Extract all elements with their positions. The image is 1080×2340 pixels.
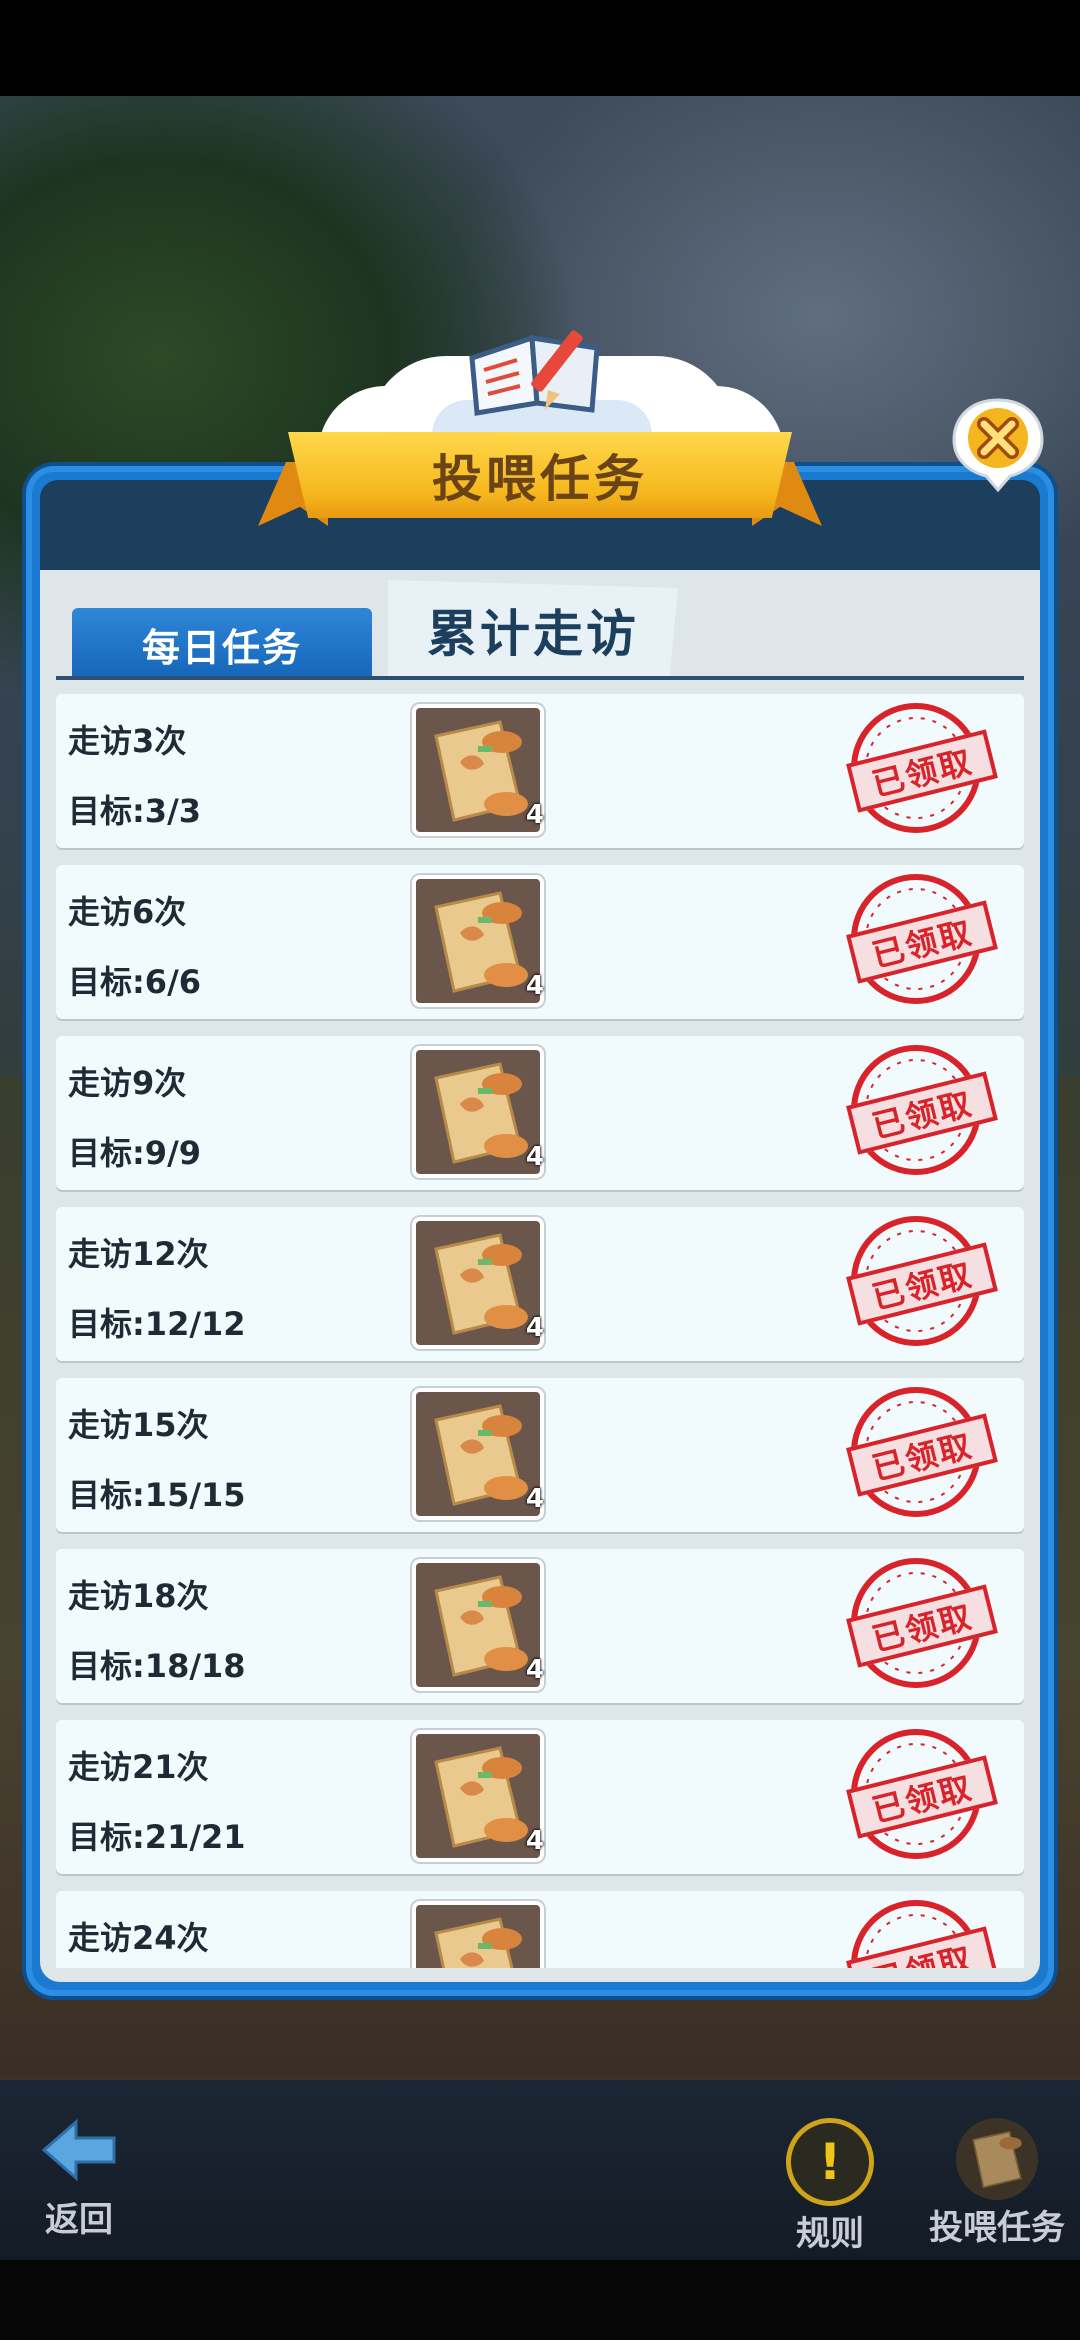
fish-cake-bag-icon [434,1917,522,1968]
task-goal: 目标:6/6 [68,963,202,1001]
close-button[interactable] [948,394,1048,494]
claimed-stamp: 已领取 [832,1384,998,1524]
task-list[interactable]: 走访3次 目标:3/3 4 已领取 走访6次 目标:6/6 4 已领取 走访9次… [56,690,1024,1968]
claimed-stamp: 已领取 [832,1555,998,1695]
claimed-stamp: 已领取 [832,1042,998,1182]
claimed-stamp: 已领取 [832,871,998,1011]
back-label: 返回 [45,2200,113,2240]
task-title: 走访21次 [68,1748,209,1786]
feed-task-button[interactable]: 投喂任务 [922,2118,1072,2249]
claimed-stamp: 已领取 [832,1213,998,1353]
task-row: 走访15次 目标:15/15 4 已领取 [56,1378,1024,1532]
fish-cake-bag-icon [956,2118,1038,2200]
dialog-title-banner: 投喂任务 [258,432,822,532]
status-bar [0,0,1080,96]
dialog-title: 投喂任务 [432,450,648,508]
fish-cake-bag-icon [434,1575,528,1677]
fish-cake-bag-icon [434,1062,528,1164]
reward-item[interactable]: 4 [412,1388,544,1520]
task-goal: 目标:15/15 [68,1476,246,1514]
task-title: 走访12次 [68,1235,209,1273]
reward-count: 4 [525,1484,544,1514]
feed-task-label: 投喂任务 [929,2208,1065,2248]
reward-item[interactable]: 4 [412,1730,544,1862]
task-title: 走访6次 [68,893,187,931]
reward-item[interactable]: 4 [412,704,544,836]
task-row: 走访24次 4 已领取 [56,1891,1024,1968]
back-arrow-icon [38,2110,120,2192]
task-title: 走访9次 [68,1064,187,1102]
reward-item[interactable]: 4 [412,1901,544,1968]
tab-cumulative-visits[interactable]: 累计走访 [388,580,678,680]
task-goal: 目标:9/9 [68,1134,202,1172]
task-title: 走访24次 [68,1919,209,1957]
tab-divider [56,676,1024,680]
reward-count: 4 [525,1313,544,1343]
system-nav-area [0,2260,1080,2340]
task-title: 走访18次 [68,1577,209,1615]
task-title: 走访15次 [68,1406,209,1444]
task-row: 走访6次 目标:6/6 4 已领取 [56,865,1024,1019]
reward-count: 4 [525,1142,544,1172]
task-title: 走访3次 [68,722,187,760]
rules-label: 规则 [796,2214,864,2254]
task-goal: 目标:18/18 [68,1647,246,1685]
reward-count: 4 [525,1826,544,1856]
fish-cake-bag-icon [434,1746,528,1848]
bottom-toolbar [0,2080,1080,2260]
close-x-icon [952,398,1044,493]
reward-item[interactable]: 4 [412,1559,544,1691]
task-tabs: 每日任务 累计走访 [56,580,1024,680]
book-pencil-icon [462,318,612,418]
task-row: 走访21次 目标:21/21 4 已领取 [56,1720,1024,1874]
reward-item[interactable]: 4 [412,1217,544,1349]
tab-daily-tasks[interactable]: 每日任务 [72,608,372,680]
task-row: 走访18次 目标:18/18 4 已领取 [56,1549,1024,1703]
reward-item[interactable]: 4 [412,875,544,1007]
task-goal: 目标:3/3 [68,792,202,830]
exclamation-icon: ! [786,2118,874,2206]
reward-count: 4 [525,971,544,1001]
claimed-stamp: 已领取 [832,700,998,840]
rules-button[interactable]: ! 规则 [778,2118,882,2255]
task-row: 走访9次 目标:9/9 4 已领取 [56,1036,1024,1190]
reward-count: 4 [525,1655,544,1685]
task-row: 走访3次 目标:3/3 4 已领取 [56,694,1024,848]
claimed-stamp: 已领取 [832,1726,998,1866]
task-goal: 目标:21/21 [68,1818,246,1856]
back-button[interactable]: 返回 [24,2110,134,2241]
task-row: 走访12次 目标:12/12 4 已领取 [56,1207,1024,1361]
banner-body: 投喂任务 [288,432,792,518]
fish-cake-bag-icon [434,1404,528,1506]
reward-item[interactable]: 4 [412,1046,544,1178]
fish-cake-bag-icon [434,891,528,993]
task-goal: 目标:12/12 [68,1305,246,1343]
claimed-stamp: 已领取 [832,1897,998,1968]
fish-cake-bag-icon [434,1233,528,1335]
reward-count: 4 [525,800,544,830]
fish-cake-bag-icon [434,720,528,822]
